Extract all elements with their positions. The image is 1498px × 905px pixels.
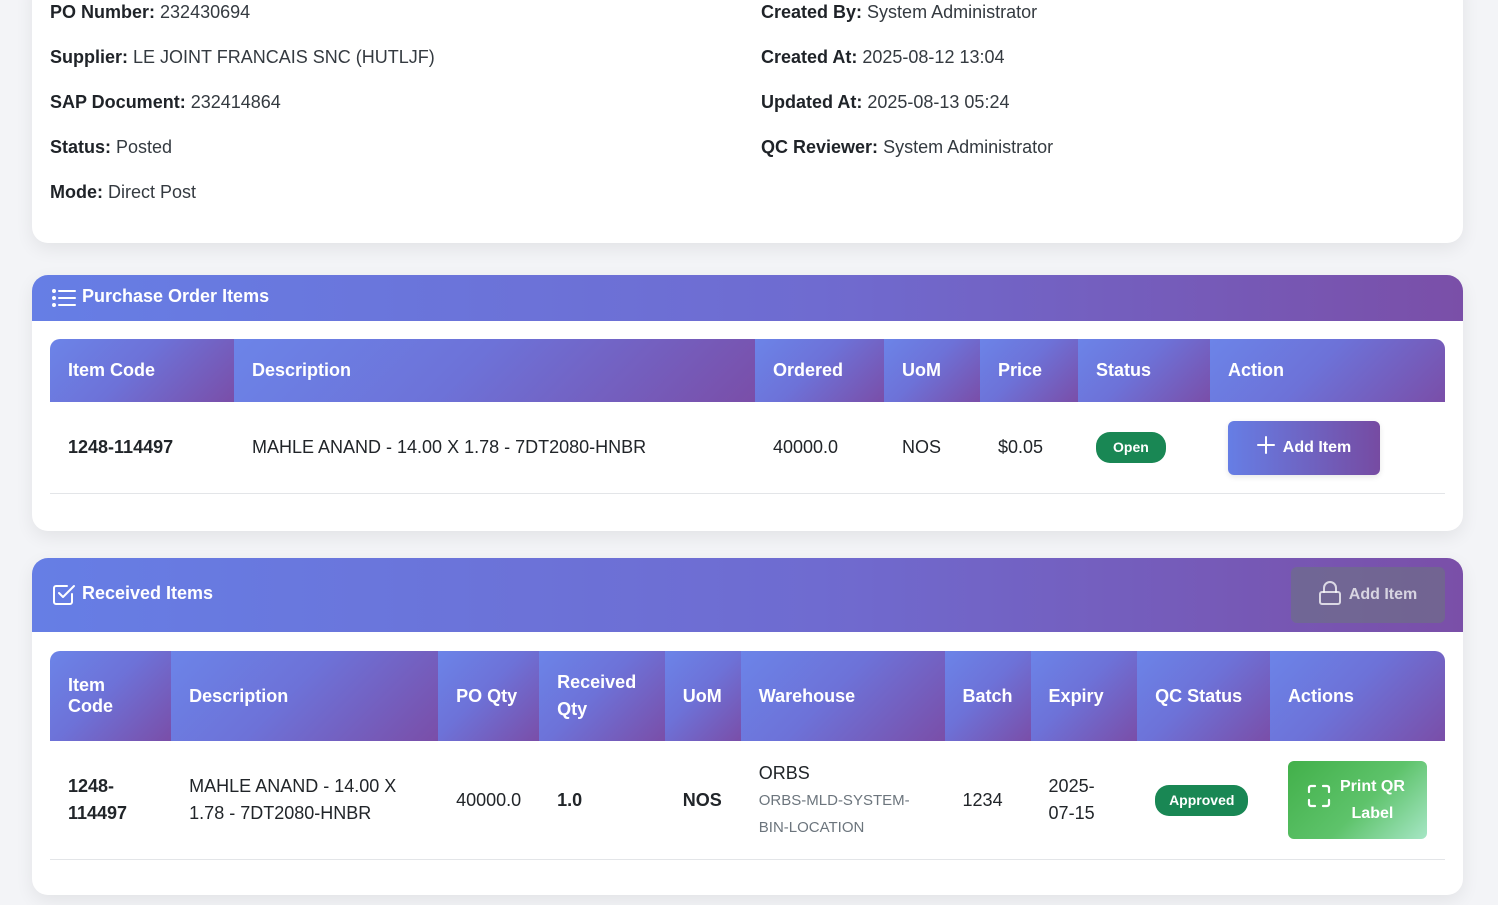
received-items-header: Received Items Add Item (32, 558, 1463, 632)
plus-icon (1256, 436, 1275, 459)
po-details-card: PO Number: 232430694 Supplier: LE JOINT … (32, 0, 1463, 243)
print-qr-label-top: Print QR Label (1307, 773, 1407, 827)
item-code-cell: 1248-114497 (50, 741, 172, 860)
bin-location: ORBS-MLD-SYSTEM-BIN-LOCATION (758, 791, 910, 836)
status-row: Status: Posted (50, 137, 173, 157)
po-number-row: PO Number: 232430694 (50, 2, 251, 22)
status-badge: Open (1096, 432, 1166, 463)
col-expiry: Expiry (1030, 651, 1138, 741)
table-row: 1248-114497 MAHLE ANAND - 14.00 X 1.78 -… (50, 402, 1445, 494)
col-actions: Actions (1269, 651, 1445, 741)
updated-at-row: Updated At: 2025-08-13 05:24 (761, 92, 1010, 112)
ordered-cell: 40000.0 (755, 402, 884, 494)
actions-cell: Print QR Label (1269, 741, 1445, 860)
qc-status-badge: Approved (1155, 784, 1249, 816)
col-received-qty: Received Qty (539, 651, 665, 741)
add-item-label: Add Item (1282, 438, 1352, 456)
mode-row: Mode: Direct Post (50, 182, 197, 202)
lock-icon (1318, 580, 1341, 610)
uom-cell: NOS (664, 741, 741, 860)
col-description: Description (171, 651, 439, 741)
col-item-code: Item Code (50, 651, 172, 741)
qc-reviewer-row: QC Reviewer: System Administrator (761, 137, 1054, 157)
col-action: Action (1210, 339, 1445, 402)
col-ordered: Ordered (755, 339, 884, 402)
col-uom: UoM (664, 651, 741, 741)
col-batch: Batch (944, 651, 1031, 741)
col-uom: UoM (884, 339, 980, 402)
received-items-card: Received Items Add Item Item Code Descri… (32, 558, 1463, 895)
price-cell: $0.05 (980, 402, 1078, 494)
supplier-row: Supplier: LE JOINT FRANCAIS SNC (HUTLJF) (50, 47, 435, 67)
qr-scan-icon (1307, 784, 1331, 817)
add-item-button[interactable]: Add Item (1228, 420, 1380, 475)
col-status: Status (1078, 339, 1210, 402)
col-price: Price (980, 339, 1078, 402)
received-items-table: Item Code Description PO Qty Received Qt… (50, 651, 1445, 860)
add-item-locked-label: Add Item (1348, 586, 1418, 603)
table-row: 1248-114497 MAHLE ANAND - 14.00 X 1.78 -… (50, 741, 1445, 860)
col-po-qty: PO Qty (438, 651, 540, 741)
item-code-cell: 1248-114497 (50, 402, 234, 494)
print-qr-label-button[interactable]: Print QR Label (1287, 761, 1427, 839)
col-description: Description (234, 339, 755, 402)
created-at-row: Created At: 2025-08-12 13:04 (761, 47, 1005, 67)
qc-status-cell: Approved (1137, 741, 1270, 860)
created-by-row: Created By: System Administrator (761, 2, 1038, 22)
action-cell: Add Item (1210, 402, 1445, 494)
uom-cell: NOS (884, 402, 980, 494)
col-item-code: Item Code (50, 339, 234, 402)
status-cell: Open (1078, 402, 1210, 494)
received-items-title: Received Items (82, 583, 214, 603)
warehouse-cell: ORBS ORBS-MLD-SYSTEM-BIN-LOCATION (740, 741, 945, 860)
sap-document-row: SAP Document: 232414864 (50, 92, 281, 112)
purchase-order-items-header: Purchase Order Items (32, 275, 1463, 321)
add-item-locked-button[interactable]: Add Item (1291, 567, 1445, 623)
description-cell: MAHLE ANAND - 14.00 X 1.78 - 7DT2080-HNB… (171, 741, 439, 860)
po-items-table: Item Code Description Ordered UoM Price … (50, 339, 1445, 494)
expiry-cell: 2025-07-15 (1030, 741, 1138, 860)
checkbox-icon (52, 582, 76, 611)
print-qr-label-text: Print QR Label (1339, 778, 1405, 822)
col-qc-status: QC Status (1137, 651, 1270, 741)
col-warehouse: Warehouse (740, 651, 945, 741)
batch-cell: 1234 (944, 741, 1031, 860)
list-icon (52, 288, 76, 313)
purchase-order-items-title: Purchase Order Items (82, 286, 270, 306)
warehouse-name: ORBS (758, 762, 810, 783)
received-qty-cell: 1.0 (539, 741, 665, 860)
description-cell: MAHLE ANAND - 14.00 X 1.78 - 7DT2080-HNB… (234, 402, 755, 494)
purchase-order-items-card: Purchase Order Items Item Code Descripti… (32, 275, 1463, 531)
po-qty-cell: 40000.0 (438, 741, 540, 860)
